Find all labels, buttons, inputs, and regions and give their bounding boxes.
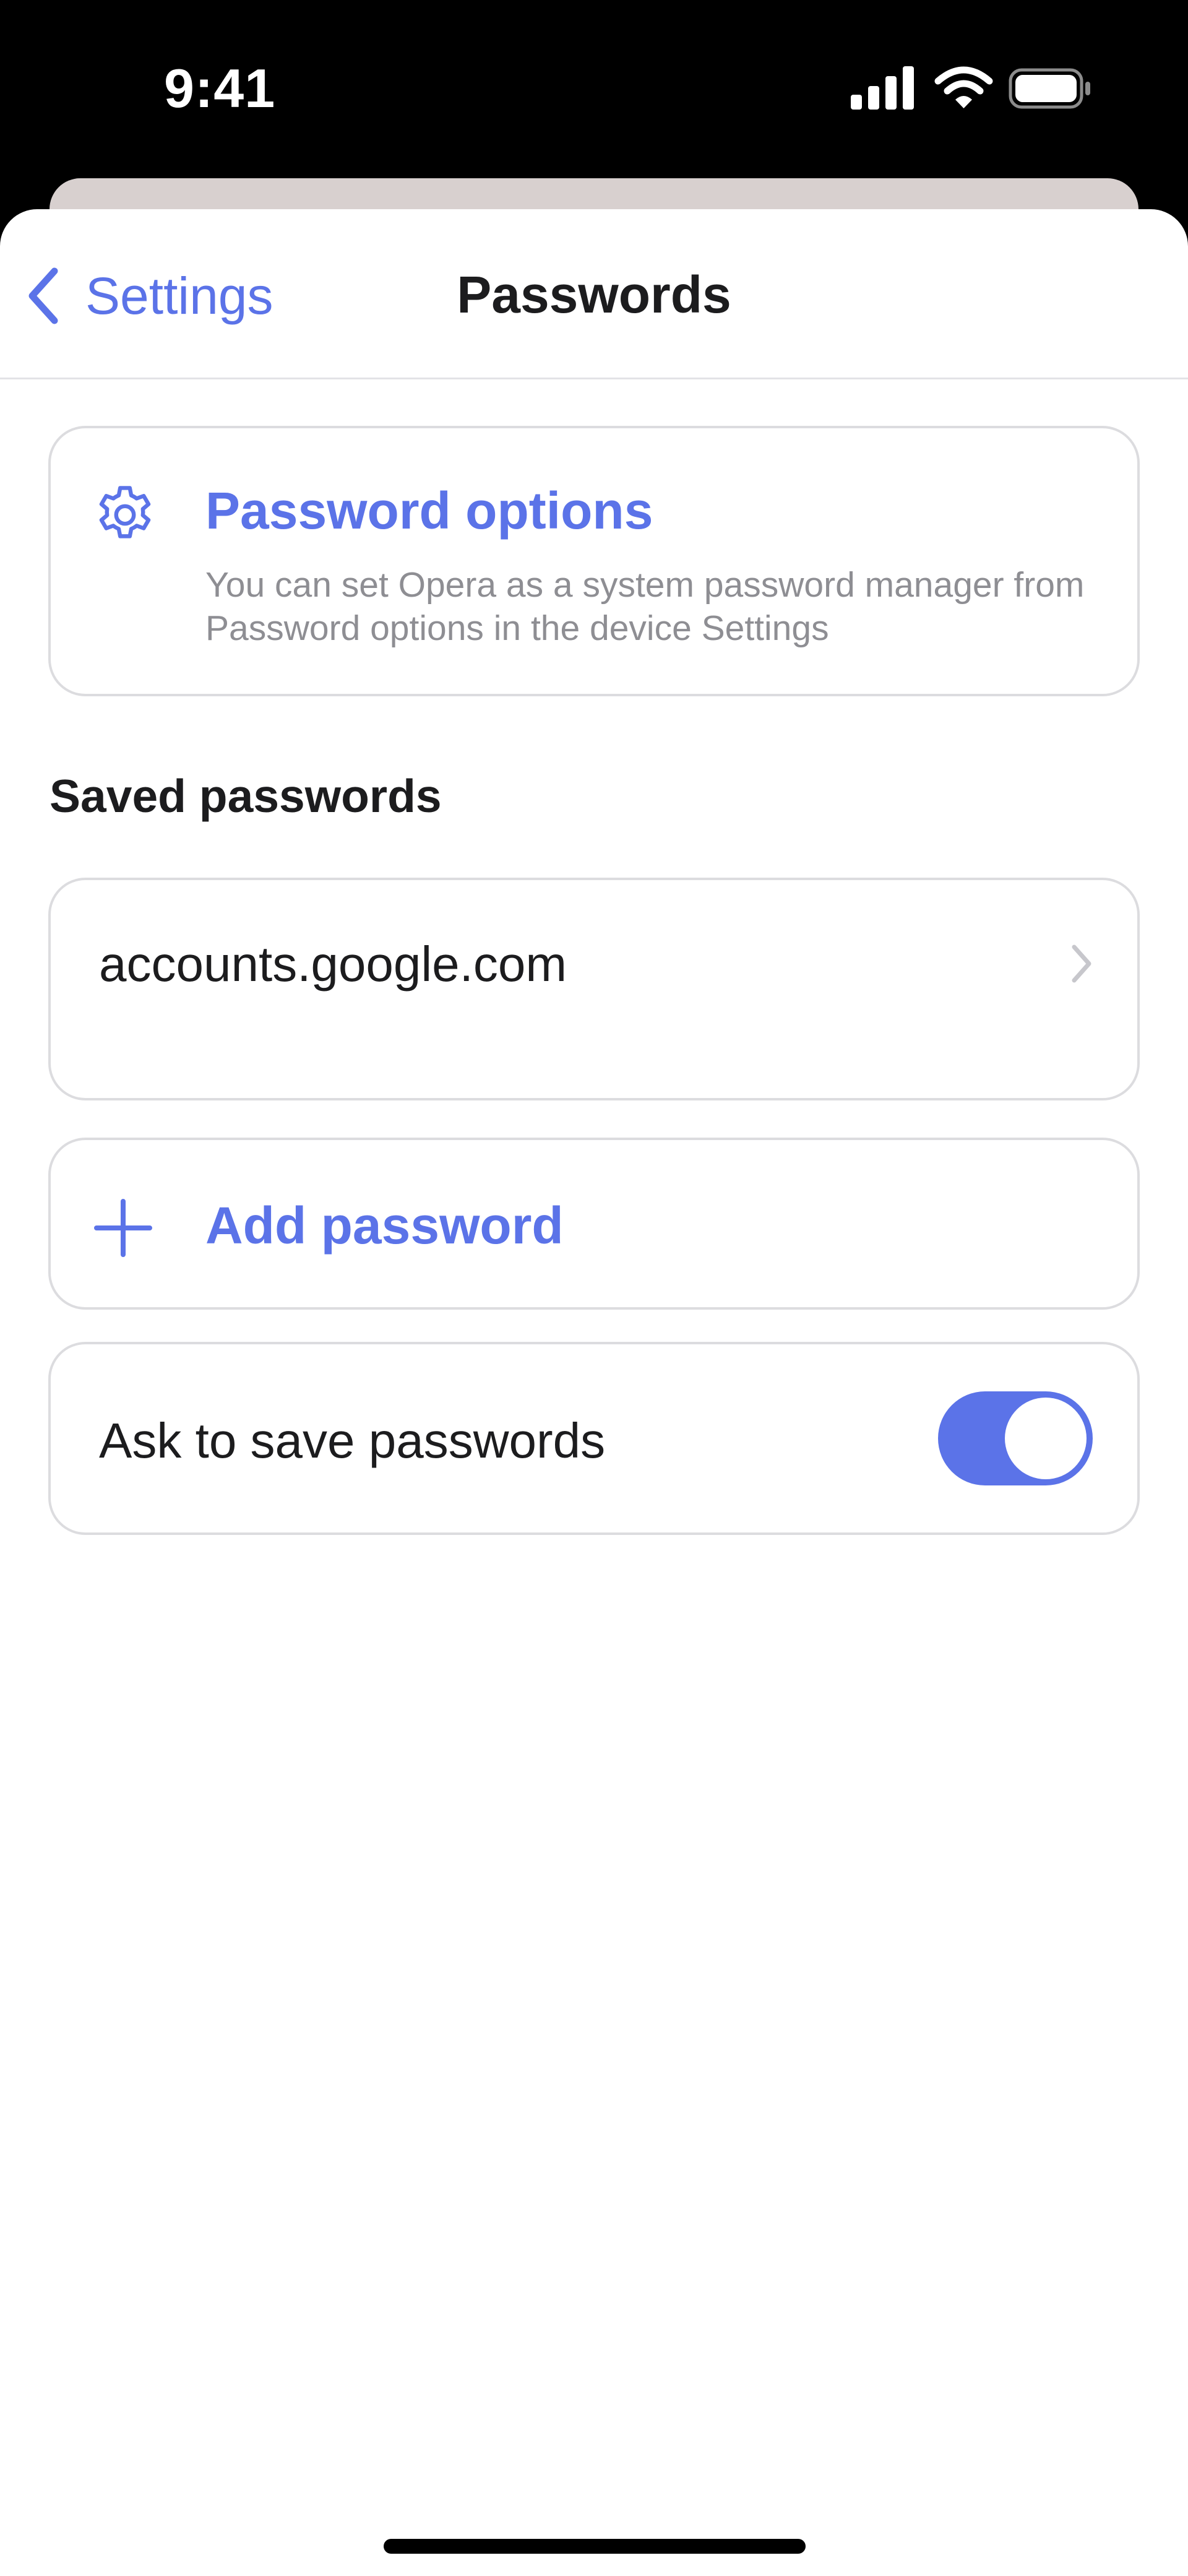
- home-indicator: [384, 2539, 806, 2554]
- signal-icon: [851, 66, 914, 110]
- page-title: Passwords: [457, 266, 731, 324]
- add-password-button[interactable]: Add password: [48, 1138, 1140, 1310]
- ask-to-save-label: Ask to save passwords: [99, 1413, 606, 1468]
- saved-password-item[interactable]: accounts.google.com: [48, 878, 1140, 1100]
- gear-icon: [99, 486, 151, 538]
- password-options-card[interactable]: Password options You can set Opera as a …: [48, 426, 1140, 696]
- wifi-icon: [934, 66, 993, 108]
- toggle-knob: [1005, 1398, 1087, 1479]
- password-options-description: You can set Opera as a system password m…: [205, 565, 1085, 648]
- status-icons: [851, 65, 1092, 111]
- plus-icon: [94, 1199, 152, 1257]
- ask-to-save-toggle[interactable]: [938, 1391, 1093, 1485]
- status-bar: 9:41: [0, 0, 1188, 179]
- passwords-sheet: Settings Passwords Password options You …: [0, 209, 1188, 2576]
- ask-to-save-row: Ask to save passwords: [48, 1342, 1140, 1535]
- password-options-title: Password options: [205, 482, 653, 540]
- status-time: 9:41: [164, 58, 276, 119]
- saved-passwords-heading: Saved passwords: [50, 770, 442, 822]
- saved-password-site: accounts.google.com: [99, 936, 567, 992]
- battery-icon: [1009, 68, 1090, 109]
- add-password-label: Add password: [205, 1196, 564, 1255]
- chevron-right-icon: [1072, 944, 1091, 983]
- navigation-bar: Settings Passwords: [0, 209, 1188, 379]
